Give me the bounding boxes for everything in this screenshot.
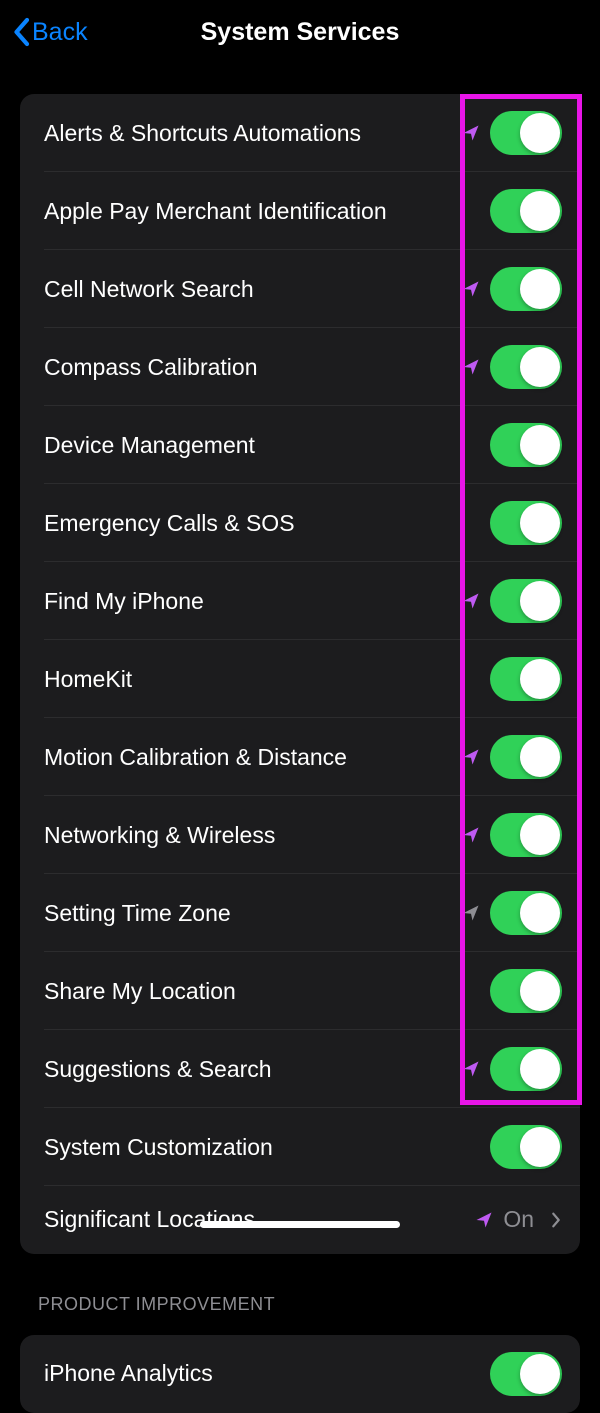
- row-right: [490, 189, 562, 233]
- toggle-knob: [520, 737, 560, 777]
- toggle-switch[interactable]: [490, 657, 562, 701]
- row-right: [490, 657, 562, 701]
- toggle-switch[interactable]: [490, 1125, 562, 1169]
- location-arrow-icon: [475, 1211, 493, 1229]
- list-row: HomeKit: [20, 640, 580, 718]
- location-arrow-icon: [462, 280, 480, 298]
- toggle-knob: [520, 971, 560, 1011]
- list-row: System Customization: [20, 1108, 580, 1186]
- list-row: Emergency Calls & SOS: [20, 484, 580, 562]
- row-right: [462, 111, 562, 155]
- row-label: Significant Locations: [44, 1206, 475, 1233]
- location-arrow-icon: [462, 592, 480, 610]
- list-row: Setting Time Zone: [20, 874, 580, 952]
- row-right: [490, 1352, 562, 1396]
- row-right: [462, 579, 562, 623]
- list-row: Motion Calibration & Distance: [20, 718, 580, 796]
- row-right: [462, 345, 562, 389]
- chevron-left-icon: [12, 17, 30, 47]
- toggle-knob: [520, 659, 560, 699]
- location-arrow-icon: [462, 904, 480, 922]
- list-row: iPhone Analytics: [20, 1335, 580, 1413]
- row-right: [462, 735, 562, 779]
- toggle-switch[interactable]: [490, 345, 562, 389]
- toggle-knob: [520, 893, 560, 933]
- toggle-knob: [520, 815, 560, 855]
- row-right: [462, 813, 562, 857]
- location-arrow-icon: [462, 358, 480, 376]
- row-label: HomeKit: [44, 666, 490, 693]
- toggle-switch[interactable]: [490, 267, 562, 311]
- row-label: System Customization: [44, 1134, 490, 1161]
- toggle-knob: [520, 269, 560, 309]
- home-indicator: [200, 1221, 400, 1228]
- toggle-switch[interactable]: [490, 1352, 562, 1396]
- location-arrow-icon: [462, 748, 480, 766]
- toggle-knob: [520, 581, 560, 621]
- list-row: Apple Pay Merchant Identification: [20, 172, 580, 250]
- page-title: System Services: [201, 18, 400, 47]
- list-row: Find My iPhone: [20, 562, 580, 640]
- row-right: On: [475, 1206, 562, 1233]
- toggle-switch[interactable]: [490, 1047, 562, 1091]
- toggle-knob: [520, 1049, 560, 1089]
- row-label: Suggestions & Search: [44, 1056, 462, 1083]
- list-row: Suggestions & Search: [20, 1030, 580, 1108]
- row-label: Alerts & Shortcuts Automations: [44, 120, 462, 147]
- row-label: Apple Pay Merchant Identification: [44, 198, 490, 225]
- toggle-switch[interactable]: [490, 969, 562, 1013]
- content: Alerts & Shortcuts Automations Apple Pay…: [0, 94, 600, 1413]
- row-label: Share My Location: [44, 978, 490, 1005]
- row-right: [490, 969, 562, 1013]
- row-label: Networking & Wireless: [44, 822, 462, 849]
- row-right: [490, 1125, 562, 1169]
- row-right: [490, 423, 562, 467]
- row-label: iPhone Analytics: [44, 1360, 490, 1387]
- row-right: [462, 267, 562, 311]
- toggle-switch[interactable]: [490, 189, 562, 233]
- toggle-switch[interactable]: [490, 501, 562, 545]
- toggle-switch[interactable]: [490, 111, 562, 155]
- row-label: Device Management: [44, 432, 490, 459]
- product-improvement-list: iPhone Analytics: [20, 1335, 580, 1413]
- list-row: Compass Calibration: [20, 328, 580, 406]
- toggle-switch[interactable]: [490, 891, 562, 935]
- row-label: Motion Calibration & Distance: [44, 744, 462, 771]
- section-header-product-improvement: PRODUCT IMPROVEMENT: [0, 1294, 600, 1325]
- list-row: Alerts & Shortcuts Automations: [20, 94, 580, 172]
- list-row: Cell Network Search: [20, 250, 580, 328]
- list-row: Device Management: [20, 406, 580, 484]
- row-right: [490, 501, 562, 545]
- row-label: Setting Time Zone: [44, 900, 462, 927]
- list-row: Networking & Wireless: [20, 796, 580, 874]
- toggle-knob: [520, 347, 560, 387]
- toggle-knob: [520, 1127, 560, 1167]
- system-services-list: Alerts & Shortcuts Automations Apple Pay…: [20, 94, 580, 1254]
- nav-header: Back System Services: [0, 0, 600, 64]
- toggle-switch[interactable]: [490, 423, 562, 467]
- row-label: Emergency Calls & SOS: [44, 510, 490, 537]
- toggle-knob: [520, 1354, 560, 1394]
- toggle-knob: [520, 503, 560, 543]
- row-right: [462, 1047, 562, 1091]
- toggle-switch[interactable]: [490, 813, 562, 857]
- toggle-switch[interactable]: [490, 735, 562, 779]
- toggle-knob: [520, 113, 560, 153]
- location-arrow-icon: [462, 1060, 480, 1078]
- back-label: Back: [32, 18, 88, 47]
- row-label: Find My iPhone: [44, 588, 462, 615]
- chevron-right-icon: [550, 1211, 562, 1229]
- row-label: Cell Network Search: [44, 276, 462, 303]
- back-button[interactable]: Back: [12, 17, 88, 47]
- toggle-switch[interactable]: [490, 579, 562, 623]
- detail-value: On: [503, 1206, 534, 1233]
- toggle-knob: [520, 425, 560, 465]
- row-label: Compass Calibration: [44, 354, 462, 381]
- list-row[interactable]: Significant Locations On: [20, 1186, 580, 1254]
- toggle-knob: [520, 191, 560, 231]
- location-arrow-icon: [462, 124, 480, 142]
- location-arrow-icon: [462, 826, 480, 844]
- list-row: Share My Location: [20, 952, 580, 1030]
- row-right: [462, 891, 562, 935]
